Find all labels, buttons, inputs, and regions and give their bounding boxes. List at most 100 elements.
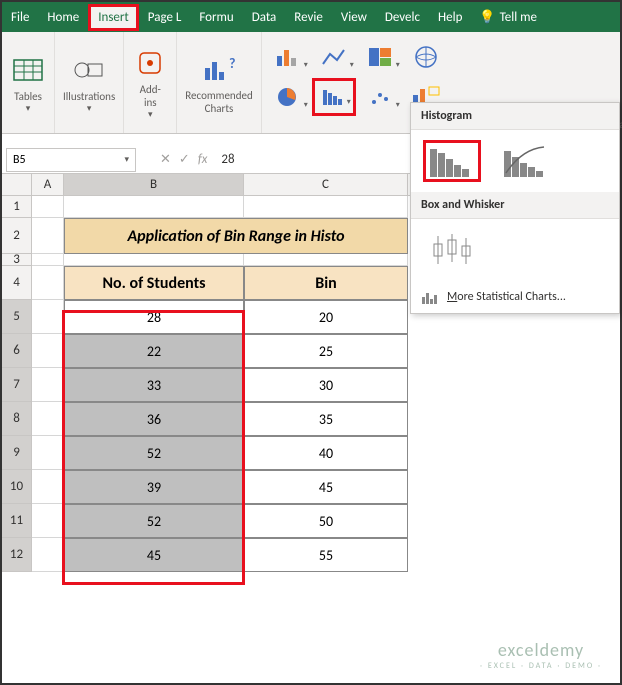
maps-button[interactable] [404, 38, 448, 76]
data-cell[interactable]: 45 [64, 538, 244, 572]
recommended-label: RecommendedCharts [185, 89, 252, 115]
data-cell[interactable]: 36 [64, 402, 244, 436]
cell[interactable] [32, 254, 64, 266]
scatter-chart-button[interactable]: ▾ [358, 78, 402, 116]
tab-insert[interactable]: Insert [88, 4, 139, 31]
row-header[interactable]: 7 [2, 368, 32, 402]
treemap-chart-button[interactable]: ▾ [358, 38, 402, 76]
cell[interactable] [32, 218, 64, 254]
cell[interactable] [244, 254, 408, 266]
addins-label: Add-ins [140, 83, 161, 109]
col-header-c[interactable]: C [244, 174, 408, 195]
dropdown-header-boxwhisker: Box and Whisker [411, 192, 619, 219]
watermark: exceldemy · EXCEL · DATA · DEMO · [480, 639, 602, 671]
data-cell[interactable]: 28 [64, 300, 244, 334]
tab-file[interactable]: File [2, 4, 38, 31]
row-header[interactable]: 1 [2, 196, 32, 218]
header-students[interactable]: No. of Students [64, 266, 244, 300]
dropdown-header-histogram: Histogram [411, 103, 619, 130]
boxwhisker-option[interactable] [423, 229, 481, 271]
row-header[interactable]: 10 [2, 470, 32, 504]
cell[interactable] [32, 196, 64, 218]
group-recommended-charts[interactable]: ? RecommendedCharts [177, 32, 261, 133]
cell[interactable] [32, 504, 64, 538]
data-cell[interactable]: 25 [244, 334, 408, 368]
data-cell[interactable]: 35 [244, 402, 408, 436]
data-cell[interactable]: 22 [64, 334, 244, 368]
more-statistical-charts[interactable]: More Statistical Charts... [411, 281, 619, 313]
data-cell[interactable]: 55 [244, 538, 408, 572]
formula-value[interactable]: 28 [221, 152, 234, 167]
data-cell[interactable]: 52 [64, 504, 244, 538]
row-header[interactable]: 6 [2, 334, 32, 368]
group-addins[interactable]: Add-ins ▾ [124, 32, 177, 133]
cell[interactable] [32, 266, 64, 300]
cell[interactable] [64, 196, 244, 218]
tab-help[interactable]: Help [429, 4, 471, 31]
row-header[interactable]: 2 [2, 218, 32, 254]
cell[interactable] [32, 368, 64, 402]
tables-icon [10, 52, 46, 88]
fx-icon[interactable]: fx [198, 152, 208, 167]
ribbon-tabs: File Home Insert Page L Formu Data Revie… [2, 2, 620, 32]
cell[interactable] [32, 470, 64, 504]
data-cell[interactable]: 50 [244, 504, 408, 538]
statistic-chart-button[interactable]: ▾ [312, 78, 356, 116]
tab-home[interactable]: Home [38, 4, 88, 31]
data-cell[interactable]: 20 [244, 300, 408, 334]
cell[interactable] [32, 436, 64, 470]
pie-chart-button[interactable]: ▾ [266, 78, 310, 116]
header-bin[interactable]: Bin [244, 266, 408, 300]
data-cell[interactable]: 40 [244, 436, 408, 470]
cell[interactable] [32, 334, 64, 368]
histogram-option[interactable] [423, 140, 481, 182]
cell[interactable] [32, 402, 64, 436]
line-chart-button[interactable]: ▾ [312, 38, 356, 76]
watermark-brand: exceldemy [480, 639, 602, 661]
group-tables[interactable]: Tables ▾ [2, 32, 55, 133]
tab-developer[interactable]: Develc [376, 4, 429, 31]
chart-dropdown: Histogram Box and Whisker More Statistic… [410, 102, 620, 314]
chevron-down-icon: ▾ [26, 103, 31, 114]
row-header[interactable]: 8 [2, 402, 32, 436]
group-illustrations[interactable]: Illustrations ▾ [55, 32, 124, 133]
svg-text:?: ? [229, 55, 236, 72]
row-header[interactable]: 4 [2, 266, 32, 300]
watermark-tag: · EXCEL · DATA · DEMO · [480, 661, 602, 671]
cancel-icon[interactable]: ✕ [160, 152, 171, 167]
row-header[interactable]: 5 [2, 300, 32, 334]
lightbulb-icon: 💡 [479, 10, 495, 25]
cell[interactable] [64, 254, 244, 266]
recommended-charts-icon: ? [201, 51, 237, 87]
data-cell[interactable]: 52 [64, 436, 244, 470]
row-header[interactable]: 9 [2, 436, 32, 470]
data-cell[interactable]: 45 [244, 470, 408, 504]
tab-view[interactable]: View [332, 4, 376, 31]
name-box[interactable]: B5 ▾ [6, 148, 136, 172]
chevron-down-icon: ▾ [87, 103, 92, 114]
tab-page-layout[interactable]: Page L [139, 4, 191, 31]
tab-formulas[interactable]: Formu [190, 4, 242, 31]
bar-chart-icon [421, 289, 439, 305]
tell-me[interactable]: 💡 Tell me [479, 10, 537, 25]
col-header-a[interactable]: A [32, 174, 64, 195]
data-cell[interactable]: 30 [244, 368, 408, 402]
row-header[interactable]: 3 [2, 254, 32, 266]
tab-data[interactable]: Data [243, 4, 286, 31]
illustrations-icon [71, 52, 107, 88]
column-chart-button[interactable]: ▾ [266, 38, 310, 76]
cell[interactable] [244, 196, 408, 218]
cell[interactable] [32, 538, 64, 572]
pareto-option[interactable] [497, 140, 555, 182]
row-header[interactable]: 12 [2, 538, 32, 572]
row-header[interactable]: 11 [2, 504, 32, 538]
enter-icon[interactable]: ✓ [179, 152, 190, 167]
data-cell[interactable]: 33 [64, 368, 244, 402]
tell-me-label: Tell me [500, 10, 537, 25]
data-cell[interactable]: 39 [64, 470, 244, 504]
col-header-b[interactable]: B [64, 174, 244, 195]
cell[interactable] [32, 300, 64, 334]
title-cell[interactable]: Application of Bin Range in Histo [64, 218, 408, 254]
select-all-corner[interactable] [2, 174, 32, 195]
tab-review[interactable]: Revie [285, 4, 332, 31]
